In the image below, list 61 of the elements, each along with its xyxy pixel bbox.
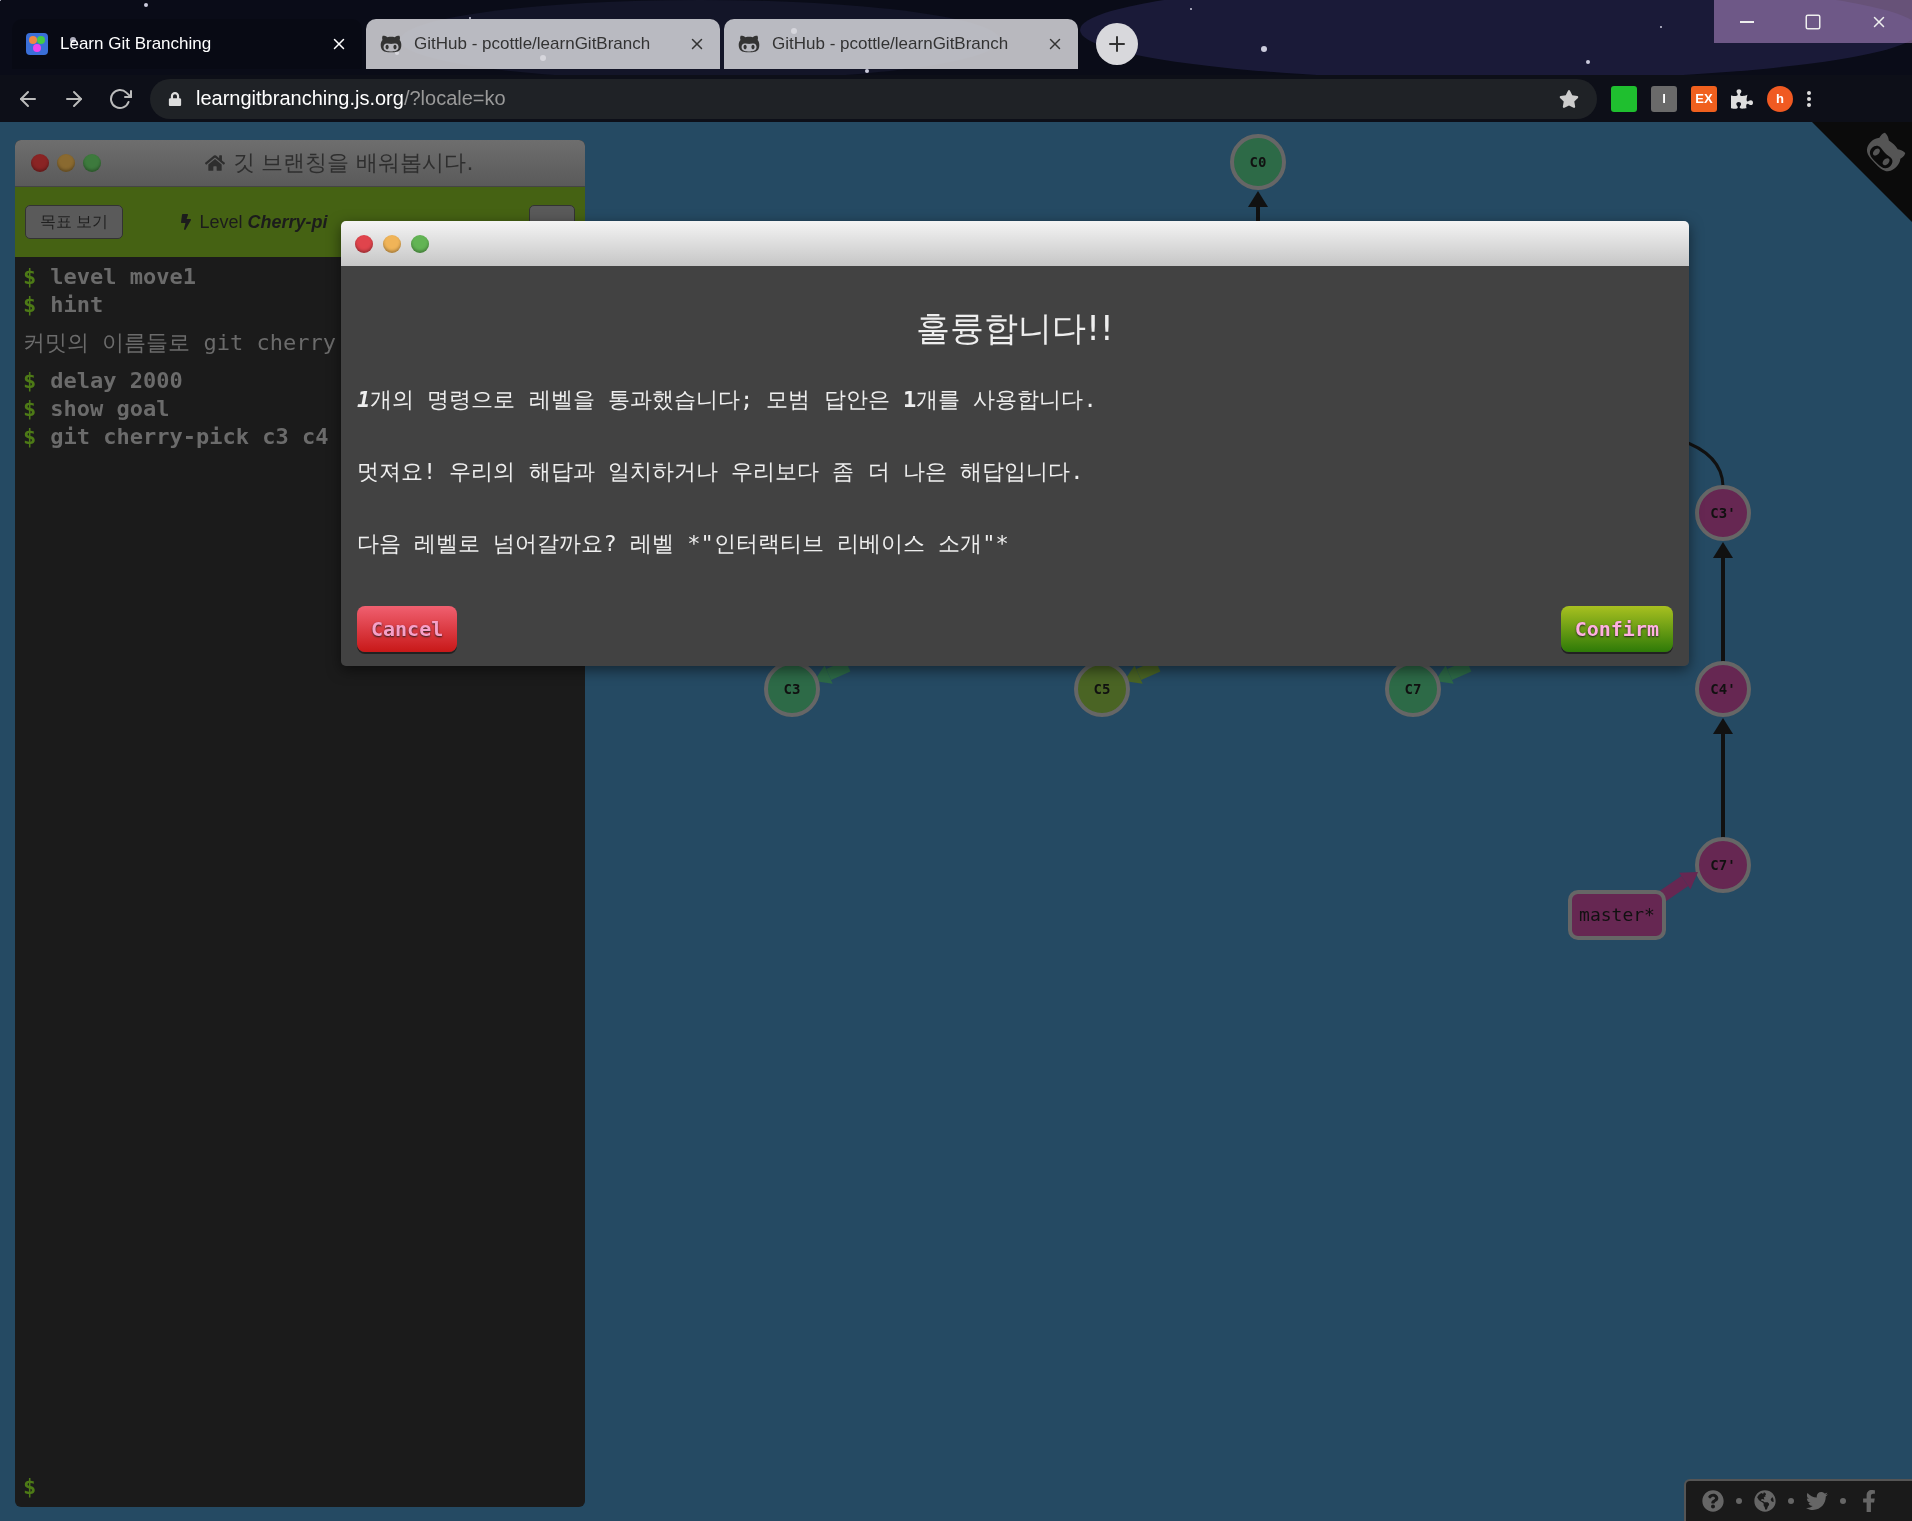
goal-button[interactable]: 목표 보기 [25,205,124,239]
bookmark-star-icon[interactable] [1559,88,1579,109]
prompt-sign: $ [23,395,37,423]
home-icon[interactable] [204,153,225,173]
extension-button[interactable]: EX [1691,85,1717,112]
reload-icon [108,86,132,111]
app-logo-icon [26,33,48,55]
browser-tab[interactable]: GitHub - pcottle/learnGitBranch [366,19,720,69]
terminal-output: 커밋의 이름들로 git cherry [23,329,336,357]
commit-node[interactable]: C4' [1695,661,1751,717]
prompt-sign[interactable]: $ [23,1473,37,1501]
commit-node[interactable]: C3' [1695,485,1751,541]
window-light [31,154,49,172]
branch-label[interactable]: master* [1568,890,1666,940]
terminal-command: level move1 [50,263,196,291]
terminal-command: delay 2000 [50,367,183,395]
globe-icon[interactable] [1754,1490,1776,1512]
bird-icon[interactable] [1806,1490,1828,1512]
dialog-paragraph: 멋져요! 우리의 해답과 일치하거나 우리보다 좀 더 나은 해답입니다. [357,458,1085,486]
dialog-paragraph: 다음 레벨로 넘어갈까요? 레벨 *"인터랙티브 리베이스 소개"* [357,530,1010,558]
menu-icon [1807,90,1811,107]
commit-node[interactable]: C0 [1230,134,1286,190]
lock-icon [168,91,182,106]
dialog-paragraph: 1개의 명령으로 레벨을 통과했습니다; 모범 답안은 1개를 사용합니다. [357,386,1098,414]
url-path: /?locale=ko [403,87,506,110]
cancel-button[interactable]: Cancel [357,606,458,652]
minimize-icon [1740,20,1754,23]
window-light[interactable] [355,234,373,253]
tab-title: Learn Git Branching [60,34,213,54]
tab-title: GitHub - pcottle/learnGitBranch [772,34,1010,54]
prompt-sign: $ [23,367,37,395]
browser-tab[interactable]: Learn Git Branching [12,19,362,69]
menu-button[interactable] [1807,90,1811,107]
maximize-icon [1804,12,1822,31]
level-name: Cherry-pi [247,211,328,233]
dialog-heading: 훌륭합니다!! [915,307,1115,350]
address-field[interactable]: learngitbranching.js.org/?locale=ko [150,78,1597,119]
help-icon[interactable] [1702,1490,1724,1512]
prompt-sign: $ [23,291,37,319]
window-light [83,154,101,172]
extensions-button[interactable] [1731,87,1753,110]
terminal-command: show goal [50,395,170,423]
extension-button[interactable]: I [1651,85,1677,112]
github-icon [738,33,760,55]
window-light [57,154,75,172]
level-prefix: Level [199,211,243,233]
prompt-sign: $ [23,263,37,291]
terminal-command: git cherry-pick c3 c4 [50,423,329,451]
github-icon [380,33,402,55]
extension-button[interactable] [1611,85,1637,112]
prompt-sign: $ [23,423,37,451]
browser-tab[interactable]: GitHub - pcottle/learnGitBranch [724,19,1078,69]
confirm-button[interactable]: Confirm [1560,606,1673,652]
commit-node[interactable]: C7' [1695,837,1751,893]
terminal-command: hint [50,291,104,319]
url-host: learngitbranching.js.org [196,87,404,110]
puzzle-icon [1731,87,1753,110]
tab-title: GitHub - pcottle/learnGitBranch [414,34,652,54]
window-light[interactable] [411,234,429,253]
profile-avatar[interactable]: h [1767,85,1793,112]
panel-title: 깃 브랜칭을 배워봅시다. [232,149,474,177]
